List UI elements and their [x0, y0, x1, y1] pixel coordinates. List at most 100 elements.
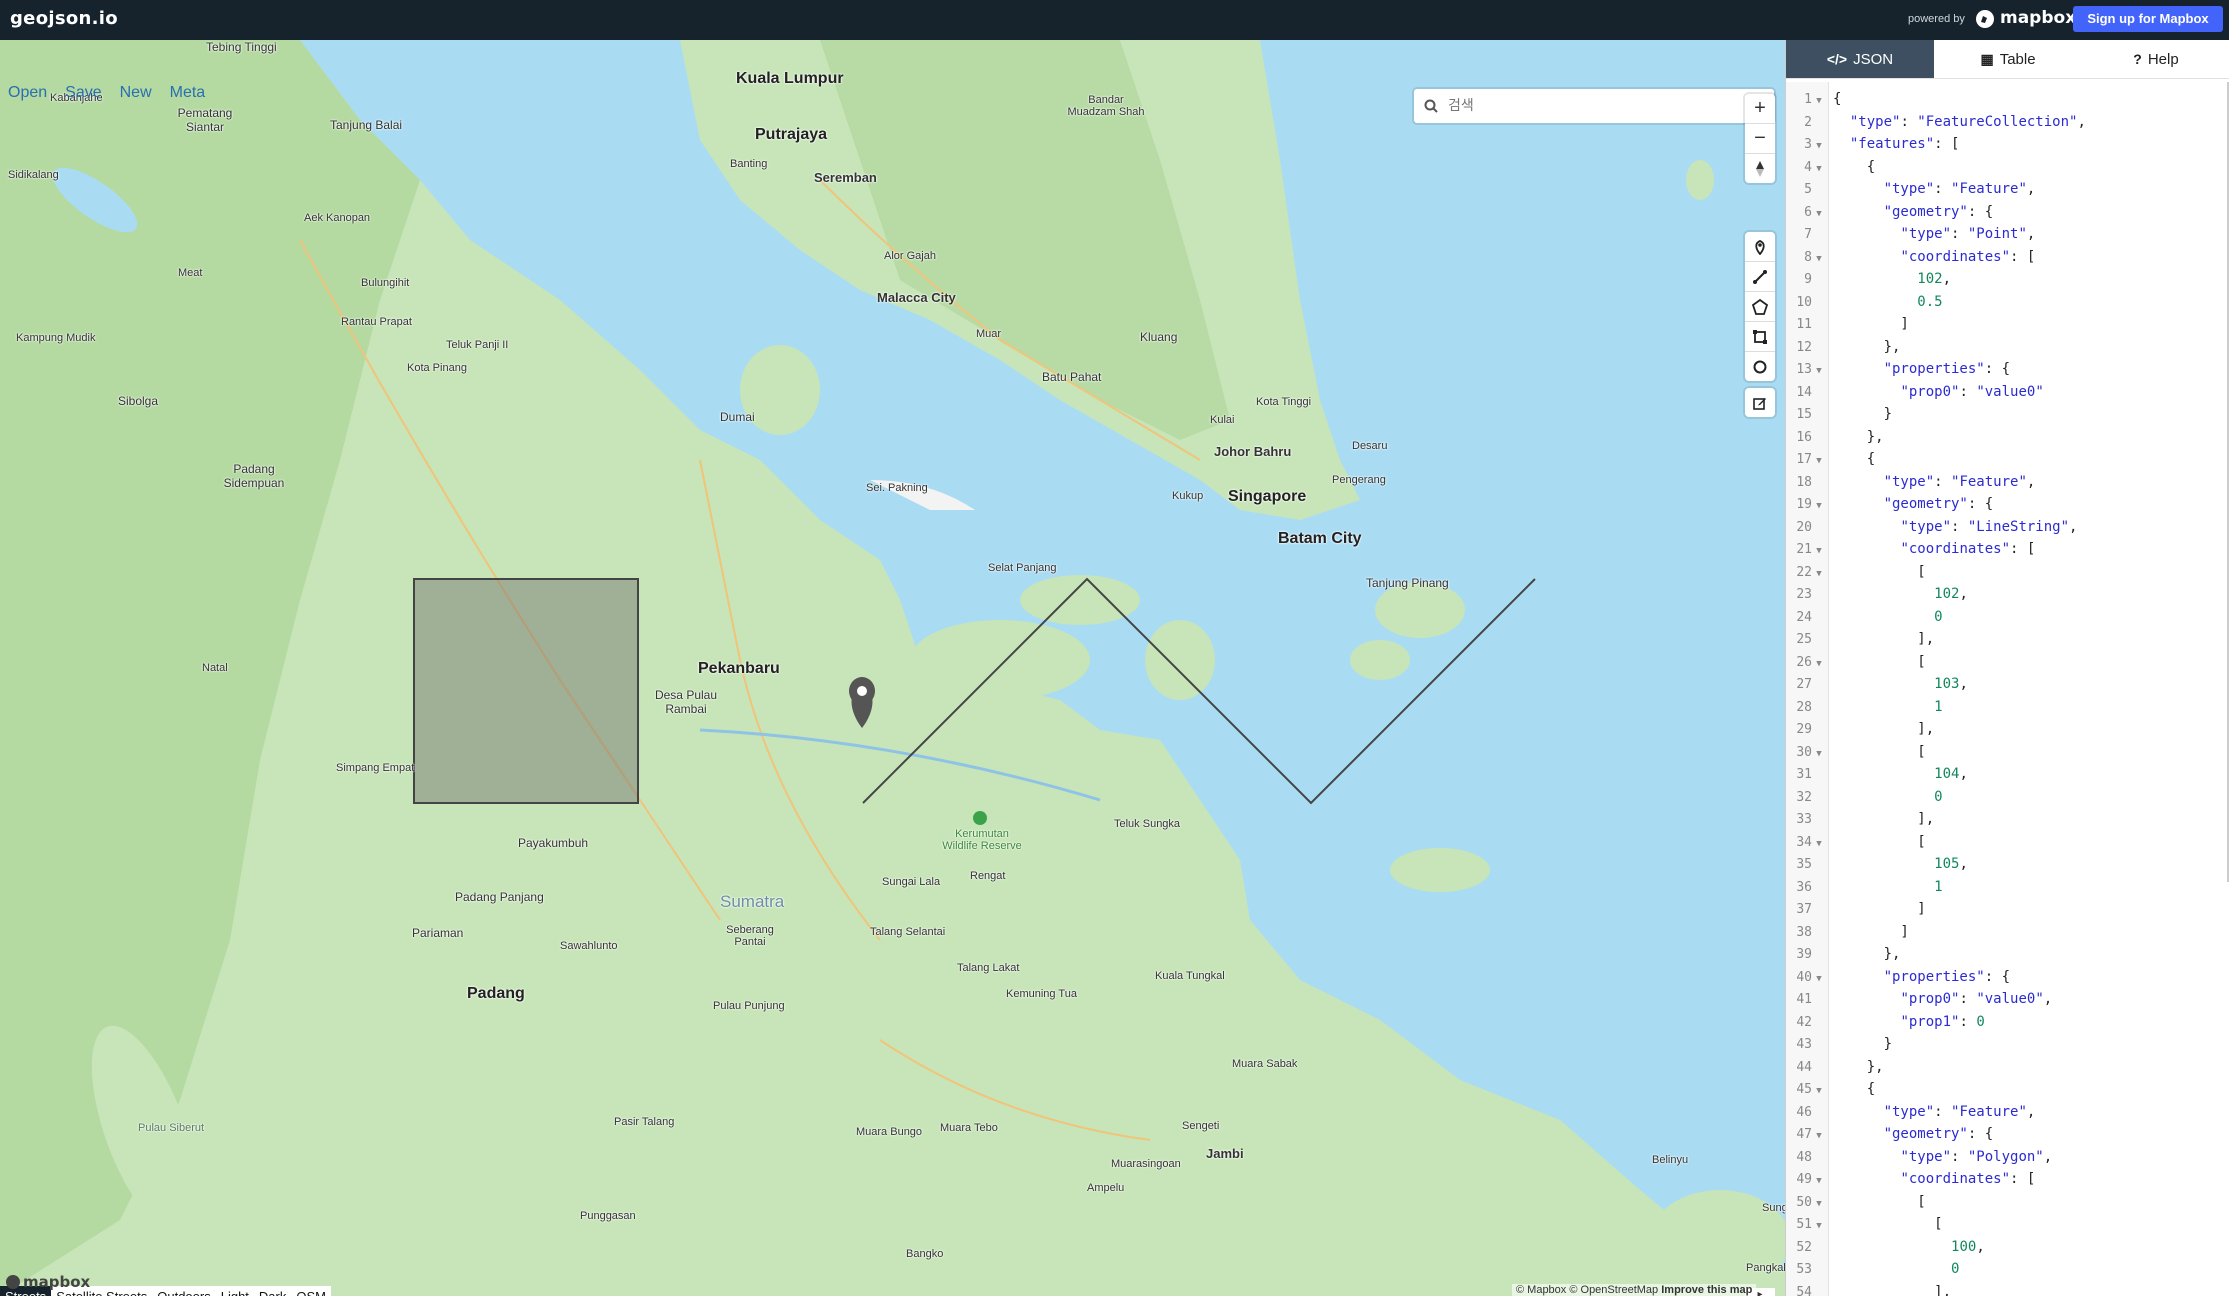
code-line[interactable]: 42 "prop1": 0	[1786, 1011, 2229, 1034]
fold-toggle-icon[interactable]: ▼	[1812, 203, 1826, 226]
fold-toggle-icon[interactable]: ▼	[1812, 743, 1826, 766]
code-line[interactable]: 49 ▼ "coordinates": [	[1786, 1168, 2229, 1191]
code-line[interactable]: 26 ▼ [	[1786, 651, 2229, 674]
code-line[interactable]: 25 ],	[1786, 628, 2229, 651]
draw-circle-button[interactable]	[1745, 352, 1775, 381]
linestring-feature[interactable]	[862, 577, 1536, 805]
search-input[interactable]	[1446, 95, 1760, 117]
style-light[interactable]: Light	[216, 1286, 254, 1296]
tab-help[interactable]: ? Help	[2082, 40, 2229, 78]
code-line[interactable]: 8 ▼ "coordinates": [	[1786, 246, 2229, 269]
code-line[interactable]: 5 "type": "Feature",	[1786, 178, 2229, 201]
fold-toggle-icon[interactable]: ▼	[1812, 360, 1826, 383]
code-line[interactable]: 45 ▼ {	[1786, 1078, 2229, 1101]
code-line[interactable]: 10 0.5	[1786, 291, 2229, 314]
code-line[interactable]: 39 },	[1786, 943, 2229, 966]
code-line[interactable]: 46 "type": "Feature",	[1786, 1101, 2229, 1124]
code-line[interactable]: 24 0	[1786, 606, 2229, 629]
code-line[interactable]: 4 ▼ {	[1786, 156, 2229, 179]
mapbox-map-logo[interactable]: mapbox	[6, 1273, 90, 1291]
code-line[interactable]: 44 },	[1786, 1056, 2229, 1079]
code-line[interactable]: 32 0	[1786, 786, 2229, 809]
code-line[interactable]: 1 ▼ {	[1786, 88, 2229, 111]
code-line[interactable]: 36 1	[1786, 876, 2229, 899]
code-line[interactable]: 19 ▼ "geometry": {	[1786, 493, 2229, 516]
code-line[interactable]: 35 105,	[1786, 853, 2229, 876]
code-line[interactable]: 9 102,	[1786, 268, 2229, 291]
fold-toggle-icon[interactable]: ▼	[1812, 450, 1826, 473]
mapbox-wordmark[interactable]: mapbox	[2000, 8, 2076, 28]
code-line[interactable]: 2 "type": "FeatureCollection",	[1786, 111, 2229, 134]
fold-toggle-icon[interactable]: ▼	[1812, 563, 1826, 586]
meta-menu-item[interactable]: Meta	[170, 84, 206, 102]
zoom-in-button[interactable]: +	[1745, 94, 1775, 124]
fold-toggle-icon[interactable]: ▼	[1812, 833, 1826, 856]
code-line[interactable]: 27 103,	[1786, 673, 2229, 696]
open-menu-item[interactable]: Open	[8, 84, 47, 102]
code-line[interactable]: 22 ▼ [	[1786, 561, 2229, 584]
code-line[interactable]: 13 ▼ "properties": {	[1786, 358, 2229, 381]
code-line[interactable]: 40 ▼ "properties": {	[1786, 966, 2229, 989]
code-line[interactable]: 23 102,	[1786, 583, 2229, 606]
style-outdoors[interactable]: Outdoors	[152, 1286, 215, 1296]
code-line[interactable]: 34 ▼ [	[1786, 831, 2229, 854]
code-line[interactable]: 16 },	[1786, 426, 2229, 449]
fold-toggle-icon[interactable]: ▼	[1812, 540, 1826, 563]
draw-line-button[interactable]	[1745, 262, 1775, 292]
attribution-text[interactable]: © Mapbox © OpenStreetMap	[1516, 1284, 1658, 1296]
code-line[interactable]: 52 100,	[1786, 1236, 2229, 1259]
code-line[interactable]: 12 },	[1786, 336, 2229, 359]
json-editor[interactable]: 1 ▼{2 "type": "FeatureCollection", 3 ▼ "fea…	[1786, 82, 2229, 1296]
code-line[interactable]: 33 ],	[1786, 808, 2229, 831]
code-line[interactable]: 6 ▼ "geometry": {	[1786, 201, 2229, 224]
code-line[interactable]: 3 ▼ "features": [	[1786, 133, 2229, 156]
tab-table[interactable]: ▦ Table	[1934, 40, 2082, 78]
code-line[interactable]: 51 ▼ [	[1786, 1213, 2229, 1236]
fold-toggle-icon[interactable]: ▼	[1812, 158, 1826, 181]
point-feature-marker[interactable]	[849, 677, 875, 728]
draw-point-button[interactable]	[1745, 232, 1775, 262]
code-line[interactable]: 31 104,	[1786, 763, 2229, 786]
zoom-out-button[interactable]: −	[1745, 124, 1775, 154]
fold-toggle-icon[interactable]: ▼	[1812, 1080, 1826, 1103]
draw-polygon-button[interactable]	[1745, 292, 1775, 322]
code-line[interactable]: 43 }	[1786, 1033, 2229, 1056]
code-line[interactable]: 14 "prop0": "value0"	[1786, 381, 2229, 404]
fold-toggle-icon[interactable]: ▼	[1812, 495, 1826, 518]
fold-toggle-icon[interactable]: ▼	[1812, 90, 1826, 113]
code-line[interactable]: 28 1	[1786, 696, 2229, 719]
improve-map-link[interactable]: Improve this map	[1661, 1284, 1752, 1296]
fold-toggle-icon[interactable]: ▼	[1812, 135, 1826, 158]
code-line[interactable]: 53 0	[1786, 1258, 2229, 1281]
draw-rectangle-button[interactable]	[1745, 322, 1775, 352]
edit-features-button[interactable]	[1745, 388, 1775, 417]
style-dark[interactable]: Dark	[254, 1286, 291, 1296]
code-line[interactable]: 21 ▼ "coordinates": [	[1786, 538, 2229, 561]
code-line[interactable]: 11 ]	[1786, 313, 2229, 336]
map-canvas[interactable]: Kuala Lumpur Putrajaya Seremban Malacca …	[0, 40, 1785, 1296]
code-line[interactable]: 38 ]	[1786, 921, 2229, 944]
fold-toggle-icon[interactable]: ▼	[1812, 1193, 1826, 1216]
code-line[interactable]: 18 "type": "Feature",	[1786, 471, 2229, 494]
fold-toggle-icon[interactable]: ▼	[1812, 1170, 1826, 1193]
fold-toggle-icon[interactable]: ▼	[1812, 653, 1826, 676]
code-line[interactable]: 48 "type": "Polygon",	[1786, 1146, 2229, 1169]
polygon-feature[interactable]	[413, 578, 639, 804]
code-line[interactable]: 15 }	[1786, 403, 2229, 426]
code-line[interactable]: 30 ▼ [	[1786, 741, 2229, 764]
code-line[interactable]: 7 "type": "Point",	[1786, 223, 2229, 246]
compass-button[interactable]	[1745, 154, 1775, 183]
fold-toggle-icon[interactable]: ▼	[1812, 968, 1826, 991]
fold-toggle-icon[interactable]: ▼	[1812, 1125, 1826, 1148]
fold-toggle-icon[interactable]: ▼	[1812, 1215, 1826, 1238]
fold-toggle-icon[interactable]: ▼	[1812, 248, 1826, 271]
code-line[interactable]: 41 "prop0": "value0",	[1786, 988, 2229, 1011]
app-title[interactable]: geojson.io	[10, 8, 118, 29]
code-line[interactable]: 17 ▼ {	[1786, 448, 2229, 471]
code-line[interactable]: 47 ▼ "geometry": {	[1786, 1123, 2229, 1146]
code-line[interactable]: 29 ],	[1786, 718, 2229, 741]
save-menu-item[interactable]: Save	[65, 84, 101, 102]
code-line[interactable]: 20 "type": "LineString",	[1786, 516, 2229, 539]
style-osm[interactable]: OSM	[291, 1286, 331, 1296]
new-menu-item[interactable]: New	[120, 84, 152, 102]
